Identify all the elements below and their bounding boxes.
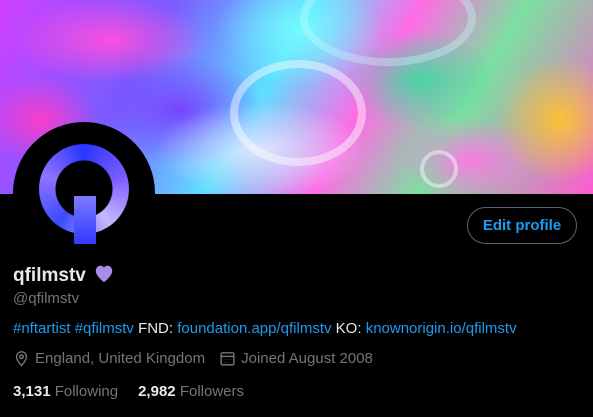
hashtag-link[interactable]: #qfilmstv [75,320,134,337]
edit-profile-button[interactable]: Edit profile [467,207,577,244]
followers-label: Followers [179,383,244,400]
location-pin-icon [15,351,28,367]
bio-text: KO: [335,320,362,337]
hashtag-link[interactable]: #nftartist [13,320,71,337]
name-row: qfilmstv [13,263,115,288]
following-count: 3,131 [13,383,51,400]
following-link[interactable]: 3,131 Following [13,383,118,400]
following-label: Following [54,383,119,400]
bio: #nftartist #qfilmstv FND: foundation.app… [13,320,517,337]
avatar[interactable] [13,122,155,264]
knownorigin-link[interactable]: knownorigin.io/qfilmstv [366,320,517,337]
followers-link[interactable]: 2,982 Followers [138,383,244,400]
display-name: qfilmstv [13,264,86,286]
calendar-icon [220,352,235,366]
joined-item: Joined August 2008 [219,350,373,367]
purple-heart-icon [93,263,115,288]
profile-meta: England, United Kingdom Joined August 20… [13,350,387,367]
bio-text: FND: [138,320,174,337]
followers-count: 2,982 [138,383,176,400]
handle: @qfilmstv [13,290,80,307]
follow-stats: 3,131 Following 2,982 Followers [13,383,264,400]
location-text: England, United Kingdom [35,350,206,367]
avatar-logo-icon [17,126,151,260]
joined-text: Joined August 2008 [241,350,373,367]
location-item: England, United Kingdom [13,350,205,367]
foundation-link[interactable]: foundation.app/qfilmstv [177,320,331,337]
